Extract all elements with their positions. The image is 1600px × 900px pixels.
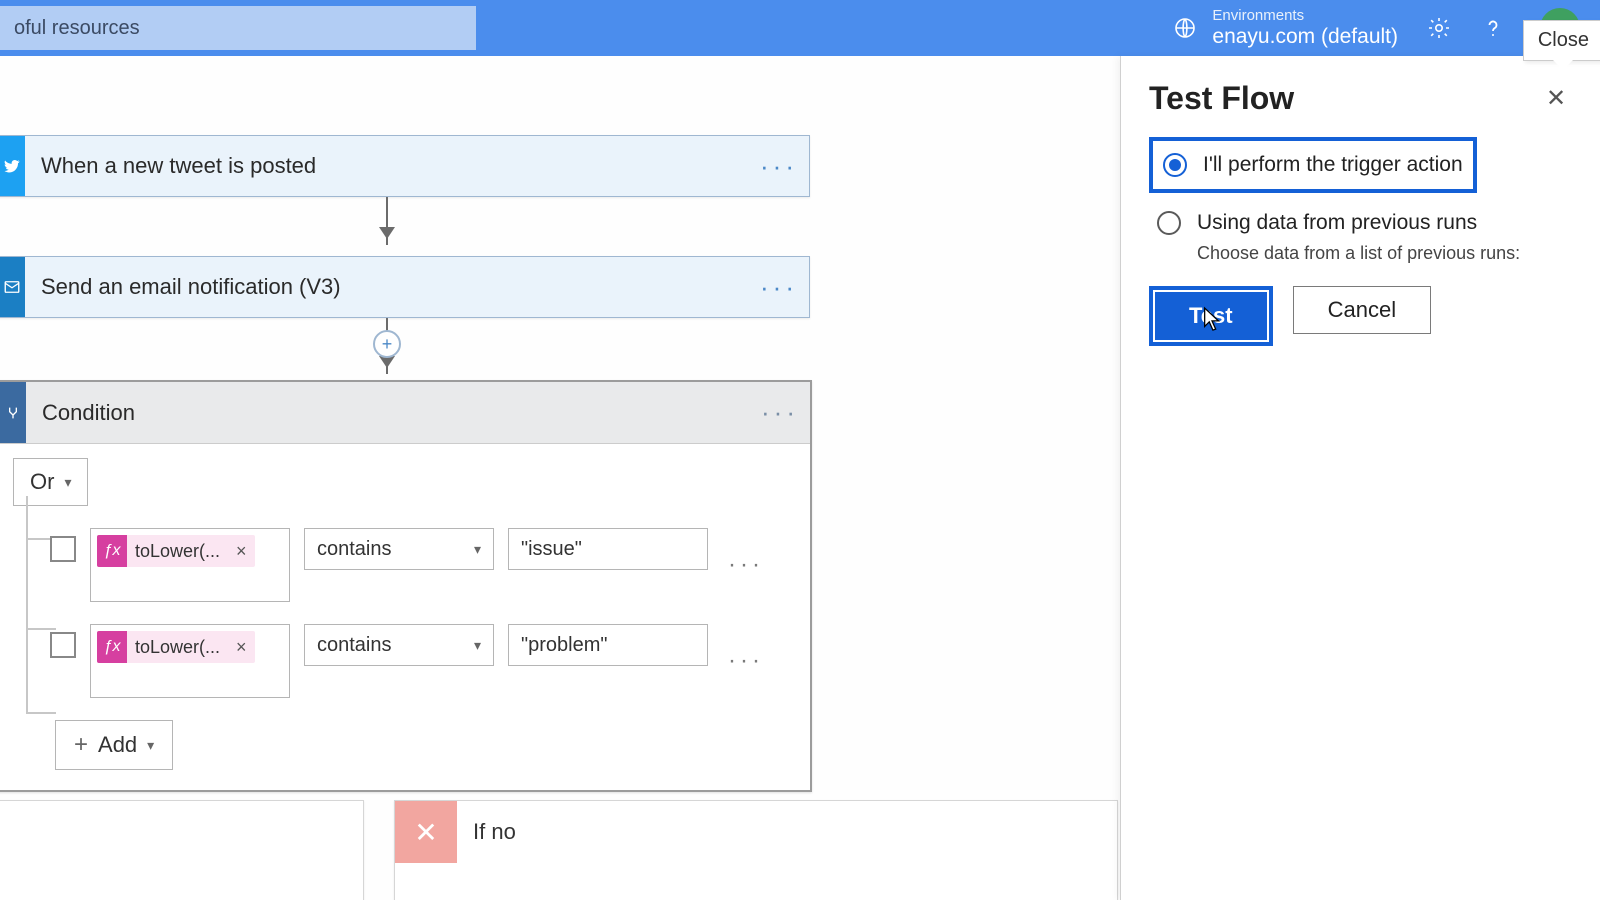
fx-label: toLower(... xyxy=(127,637,228,658)
radio-previous-runs[interactable]: Using data from previous runs xyxy=(1149,201,1572,245)
step-menu[interactable]: ··· xyxy=(749,257,809,317)
radio-perform-trigger[interactable]: I'll perform the trigger action xyxy=(1155,143,1471,187)
add-step-button[interactable]: + xyxy=(373,330,401,358)
step-title: When a new tweet is posted xyxy=(25,153,749,179)
gear-icon[interactable] xyxy=(1426,15,1452,41)
condition-title: Condition xyxy=(26,400,750,426)
condition-icon xyxy=(0,382,26,443)
step-menu[interactable]: ··· xyxy=(750,382,810,443)
chevron-down-icon: ▾ xyxy=(474,541,481,558)
condition-body: Or ▾ ƒx toLower(... × contains xyxy=(0,444,810,790)
remove-token-icon[interactable]: × xyxy=(228,541,255,562)
step-send-email[interactable]: Send an email notification (V3) ··· xyxy=(0,256,810,318)
remove-token-icon[interactable]: × xyxy=(228,637,255,658)
radio-subtext: Choose data from a list of previous runs… xyxy=(1197,243,1572,264)
row-checkbox[interactable] xyxy=(50,536,76,562)
app-header: Environments enayu.com (default) Close xyxy=(0,0,1600,56)
fx-token: ƒx toLower(... × xyxy=(97,535,255,567)
branch-if-yes[interactable]: ✓ xyxy=(0,800,364,900)
branch-title: If no xyxy=(457,819,532,845)
radio-icon xyxy=(1163,153,1187,177)
help-icon[interactable] xyxy=(1480,15,1506,41)
expression-field[interactable]: ƒx toLower(... × xyxy=(90,528,290,602)
chevron-down-icon: ▾ xyxy=(474,637,481,654)
add-label: Add xyxy=(98,732,137,758)
step-title: Send an email notification (V3) xyxy=(25,274,749,300)
tree-line xyxy=(26,496,28,714)
test-flow-panel: Test Flow ✕ I'll perform the trigger act… xyxy=(1120,56,1600,900)
close-icon[interactable]: ✕ xyxy=(1540,83,1572,115)
cancel-button-label: Cancel xyxy=(1328,297,1396,323)
add-condition-button[interactable]: + Add ▾ xyxy=(55,720,173,770)
fx-icon: ƒx xyxy=(97,535,127,567)
cancel-button[interactable]: Cancel xyxy=(1293,286,1431,334)
condition-row: ƒx toLower(... × contains ▾ ··· xyxy=(50,528,802,602)
connector-arrow xyxy=(386,197,388,245)
environment-label: Environments xyxy=(1212,7,1398,24)
plus-icon: + xyxy=(74,731,88,759)
condition-header[interactable]: Condition ··· xyxy=(0,382,810,444)
operator-label: contains xyxy=(317,538,392,561)
operator-dropdown[interactable]: contains ▾ xyxy=(304,528,494,570)
operator-dropdown[interactable]: contains ▾ xyxy=(304,624,494,666)
radio-label: Using data from previous runs xyxy=(1197,211,1477,235)
test-button[interactable]: Test xyxy=(1155,292,1267,340)
chevron-down-icon: ▾ xyxy=(64,474,71,491)
row-checkbox[interactable] xyxy=(50,632,76,658)
fx-label: toLower(... xyxy=(127,541,228,562)
radio-label: I'll perform the trigger action xyxy=(1203,153,1463,177)
expression-field[interactable]: ƒx toLower(... × xyxy=(90,624,290,698)
close-icon: ✕ xyxy=(395,801,457,863)
row-menu[interactable]: ··· xyxy=(728,551,764,579)
twitter-icon xyxy=(0,136,25,196)
fx-icon: ƒx xyxy=(97,631,127,663)
row-menu[interactable]: ··· xyxy=(728,647,764,675)
radio-icon xyxy=(1157,211,1181,235)
step-menu[interactable]: ··· xyxy=(749,136,809,196)
chevron-down-icon: ▾ xyxy=(147,737,154,754)
step-condition[interactable]: Condition ··· Or ▾ ƒx toLower(... × xyxy=(0,380,812,792)
value-input[interactable] xyxy=(508,624,708,666)
branch-if-no[interactable]: ✕ If no xyxy=(394,800,1118,900)
environment-picker[interactable]: Environments enayu.com (default) xyxy=(1172,7,1398,48)
search-input[interactable] xyxy=(0,6,476,50)
close-tooltip: Close xyxy=(1523,20,1600,61)
condition-row: ƒx toLower(... × contains ▾ ··· xyxy=(50,624,802,698)
test-button-label: Test xyxy=(1189,303,1233,329)
header-right: Environments enayu.com (default) xyxy=(1172,7,1580,48)
panel-title: Test Flow xyxy=(1149,80,1294,117)
step-trigger-tweet[interactable]: When a new tweet is posted ··· xyxy=(0,135,810,197)
value-input[interactable] xyxy=(508,528,708,570)
tree-line xyxy=(26,712,56,714)
fx-token: ƒx toLower(... × xyxy=(97,631,255,663)
globe-icon xyxy=(1172,15,1198,41)
group-operator-label: Or xyxy=(30,469,54,495)
mail-icon xyxy=(0,257,25,317)
environment-name: enayu.com (default) xyxy=(1212,25,1398,49)
operator-label: contains xyxy=(317,634,392,657)
group-operator-dropdown[interactable]: Or ▾ xyxy=(13,458,88,506)
